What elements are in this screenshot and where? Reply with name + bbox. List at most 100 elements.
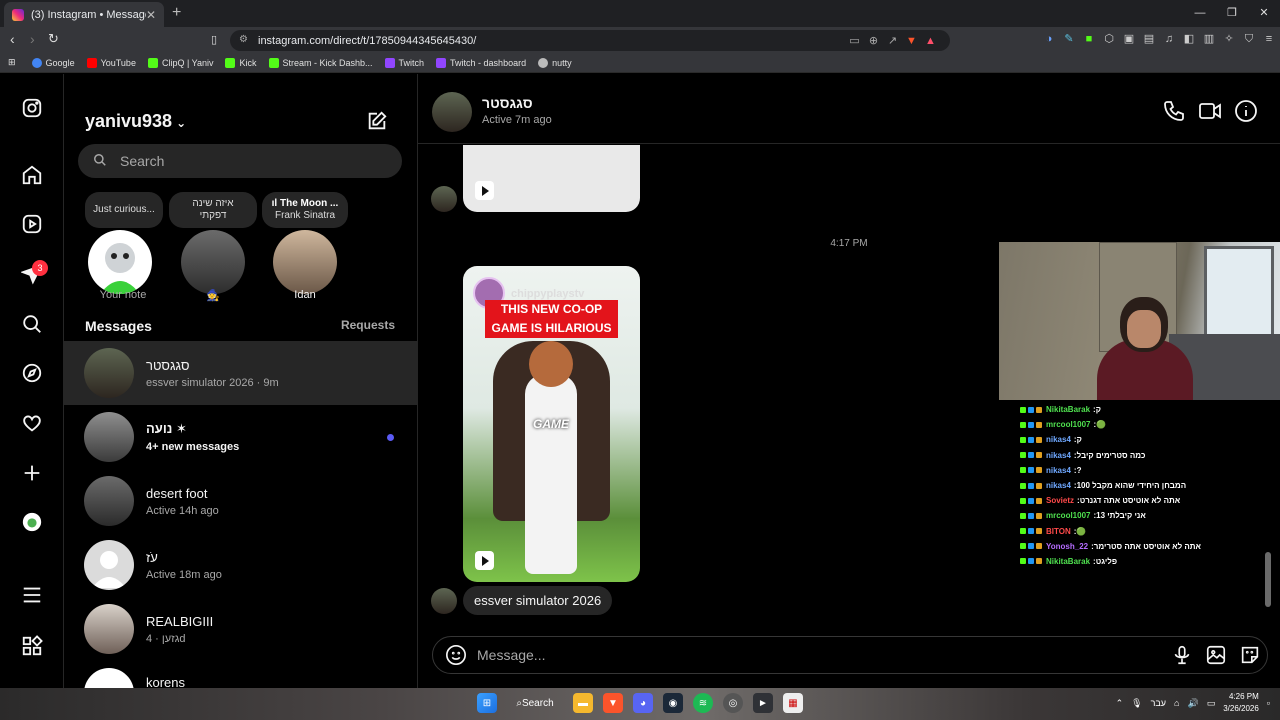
file-explorer-icon[interactable]: ▬ (573, 693, 593, 713)
search-icon (94, 154, 106, 166)
conversation-item[interactable]: korens (64, 661, 417, 688)
brave-icon[interactable]: ▼ (603, 693, 623, 713)
home-icon[interactable] (20, 163, 44, 187)
chat-name[interactable]: סגגסטר (482, 95, 533, 111)
instagram-logo-icon[interactable] (20, 96, 44, 120)
extension-icon[interactable]: ◑ (1042, 32, 1056, 46)
app-icon[interactable]: ▦ (783, 693, 803, 713)
brave-shields-icon[interactable]: ▼ (904, 32, 919, 50)
message-input[interactable]: Message... (432, 636, 1268, 674)
brave-rewards-icon[interactable]: ▲ (923, 32, 938, 50)
emoji-icon[interactable] (445, 644, 467, 666)
wallet-icon[interactable]: ▥ (1202, 32, 1216, 46)
create-icon[interactable] (20, 461, 44, 485)
sticker-icon[interactable] (1239, 644, 1261, 666)
back-icon[interactable]: ‹ (10, 31, 15, 47)
steam-icon[interactable]: ◉ (663, 693, 683, 713)
leo-icon[interactable]: ✧ (1222, 32, 1236, 46)
reload-icon[interactable]: ↻ (48, 31, 59, 47)
site-info-icon[interactable]: ⚙ (239, 34, 248, 45)
scrollbar-thumb[interactable] (1265, 552, 1271, 607)
tray-overflow-icon[interactable]: ⌃ (1116, 698, 1124, 709)
unread-indicator (387, 434, 394, 441)
more-menu-icon[interactable] (20, 583, 44, 607)
restore-icon[interactable]: ❐ (1216, 0, 1248, 27)
bookmark-icon[interactable]: ▯ (211, 33, 217, 46)
new-message-icon[interactable] (366, 110, 388, 132)
spotify-icon[interactable]: ≋ (693, 693, 713, 713)
battery-icon[interactable]: ▭ (1207, 698, 1216, 709)
discord-icon[interactable]: ◕ (633, 693, 653, 713)
input-language[interactable]: עבר (1151, 698, 1166, 708)
bookmark-clipq[interactable]: ClipQ | Yaniv (147, 57, 213, 68)
close-window-icon[interactable]: ✕ (1248, 0, 1280, 27)
microphone-icon[interactable] (1171, 644, 1193, 666)
phone-icon[interactable] (1162, 99, 1186, 123)
conversation-item[interactable]: desert foot Active 14h ago (64, 469, 417, 533)
shared-reel[interactable] (463, 145, 640, 212)
bookmark-twitch[interactable]: Twitch (384, 57, 424, 68)
requests-link[interactable]: Requests (341, 318, 395, 332)
bookmark-kick[interactable]: Kick (225, 57, 257, 68)
explore-icon[interactable] (20, 361, 44, 385)
apps-icon[interactable]: ⊞ (8, 57, 16, 68)
heart-icon[interactable] (20, 411, 44, 435)
extensions-area: ◑ ✎ ■ ⬡ ▣ ▤ ♫ ◧ ▥ ✧ ⛉ ≡ (1042, 32, 1276, 46)
url-field[interactable]: ⚙ instagram.com/direct/t/178509443456454… (230, 30, 950, 51)
app-icon[interactable]: ► (753, 693, 773, 713)
start-icon[interactable]: ⊞ (477, 693, 497, 713)
search-input[interactable]: Search (78, 144, 402, 178)
bookmark-kick-dashboard[interactable]: Stream - Kick Dashb... (268, 57, 373, 68)
obs-icon[interactable]: ◎ (723, 693, 743, 713)
conversation-item[interactable]: עֹז Active 18m ago (64, 533, 417, 597)
extension-icon[interactable]: ■ (1082, 32, 1096, 46)
stream-chat-username: BITON (1046, 526, 1071, 536)
chat-avatar[interactable] (432, 92, 472, 132)
extension-icon[interactable]: ✎ (1062, 32, 1076, 46)
clock-time: 4:26 PM (1229, 692, 1259, 701)
clock[interactable]: 4:26 PM 3/26/2026 (1223, 691, 1259, 715)
close-tab-icon[interactable]: ✕ (146, 8, 156, 22)
cast-icon[interactable]: ▭ (847, 32, 862, 50)
menu-icon[interactable]: ≡ (1262, 32, 1276, 46)
extension-icon[interactable]: ▤ (1142, 32, 1156, 46)
vpn-icon[interactable]: ⛉ (1242, 32, 1256, 46)
share-icon[interactable]: ↗ (885, 32, 900, 50)
network-icon[interactable]: ⌂ (1174, 698, 1179, 708)
active-status: Active 7m ago (482, 114, 552, 126)
forward-icon[interactable]: › (30, 31, 35, 47)
search-icon[interactable] (20, 312, 44, 336)
media-icon[interactable]: ♫ (1162, 32, 1176, 46)
sidebar-toggle-icon[interactable]: ◧ (1182, 32, 1196, 46)
bookmarks-bar: ⊞ Google YouTube ClipQ | Yaniv Kick Stre… (0, 53, 1280, 73)
notifications-icon[interactable]: ▫ (1267, 698, 1270, 708)
info-icon[interactable] (1234, 99, 1258, 123)
note-label: Idan (294, 289, 316, 301)
extension-icon[interactable]: ▣ (1122, 32, 1136, 46)
video-call-icon[interactable] (1198, 99, 1222, 123)
conversation-item[interactable]: סגגסטר essver simulator 2026 · 9m (64, 341, 417, 405)
volume-icon[interactable]: 🔊 (1187, 698, 1198, 709)
extension-icon[interactable]: ⬡ (1102, 32, 1116, 46)
account-switcher[interactable]: yanivu938 ⌄ (85, 111, 186, 132)
browser-tab[interactable]: (3) Instagram • Messages ✕ (4, 2, 164, 27)
bookmark-youtube[interactable]: YouTube (86, 57, 136, 68)
message-bubble[interactable]: essver simulator 2026 (463, 586, 613, 615)
microphone-tray-icon[interactable]: 🎙 (1131, 698, 1142, 709)
bookmark-nutty[interactable]: nutty (538, 57, 572, 68)
also-from-meta-icon[interactable] (20, 634, 44, 658)
url-actions: ▭ ⊕ ↗ ▼ ▲ (847, 32, 938, 50)
profile-avatar[interactable] (20, 510, 44, 534)
zoom-icon[interactable]: ⊕ (866, 32, 881, 50)
taskbar-search[interactable]: ⌕ Search (507, 693, 563, 713)
shared-reel[interactable]: chippyplaystv THIS NEW CO-OP GAME IS HIL… (463, 266, 640, 582)
stream-chat-line: nikas4: ? (1020, 463, 1260, 478)
minimize-icon[interactable]: — (1184, 0, 1216, 27)
conversation-item[interactable]: נועה ✶ 4+ new messages (64, 405, 417, 469)
reels-icon[interactable] (20, 212, 44, 236)
bookmark-google[interactable]: Google (31, 57, 75, 68)
bookmark-twitch-dashboard[interactable]: Twitch - dashboard (436, 57, 526, 68)
new-tab-icon[interactable]: + (172, 4, 181, 22)
conversation-item[interactable]: REALBIGIII גזען · 4d (64, 597, 417, 661)
image-icon[interactable] (1205, 644, 1227, 666)
